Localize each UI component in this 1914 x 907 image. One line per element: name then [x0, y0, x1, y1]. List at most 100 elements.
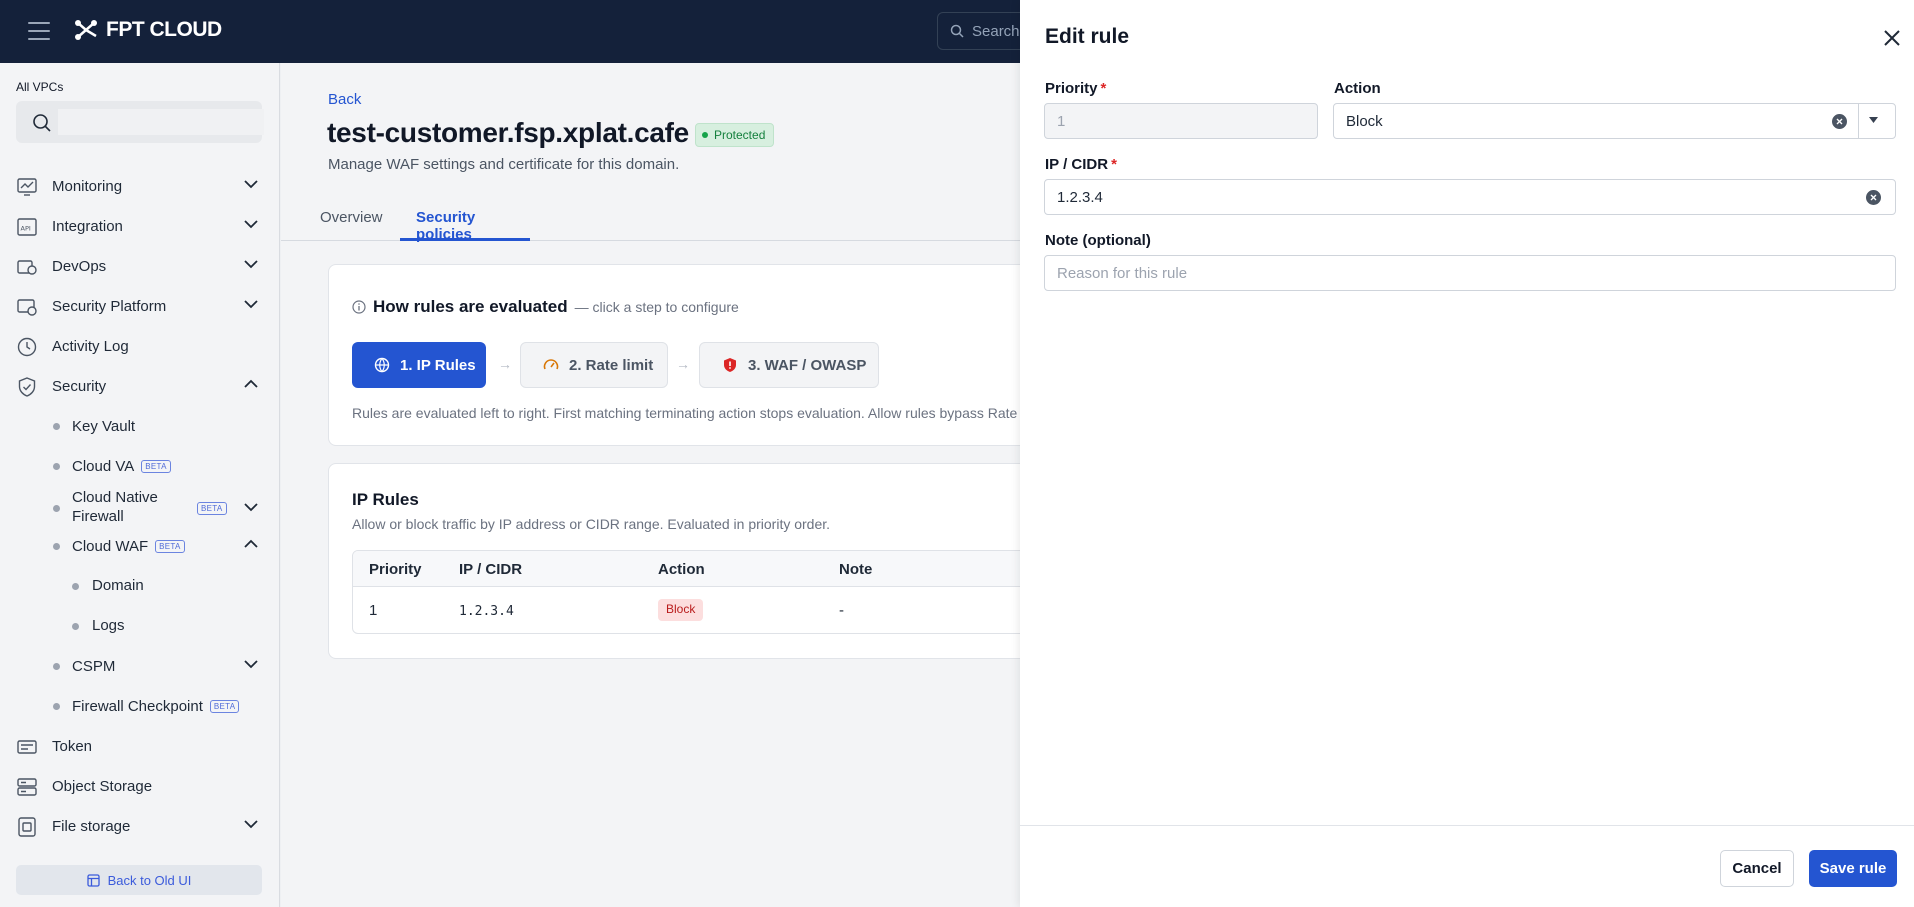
- beta-badge: BETA: [155, 540, 185, 553]
- required-mark: *: [1111, 156, 1117, 173]
- sidebar-item-label: Integration: [52, 217, 123, 235]
- bullet-icon: [53, 505, 60, 512]
- beta-badge: BETA: [197, 502, 227, 515]
- sidebar-item-label-wrap: Firewall Checkpoint BETA: [72, 697, 240, 716]
- step-rate-limit-button[interactable]: 2. Rate limit: [520, 342, 668, 388]
- clear-icon[interactable]: [1866, 190, 1881, 205]
- ip-cidr-value: 1.2.3.4: [1057, 188, 1103, 206]
- arrow-right-icon: →: [498, 356, 512, 372]
- chevron-down-icon: [244, 180, 258, 189]
- close-icon[interactable]: [1882, 28, 1902, 48]
- priority-field[interactable]: 1: [1044, 103, 1318, 139]
- step-label: 1. IP Rules: [400, 356, 476, 374]
- clear-icon[interactable]: [1832, 114, 1847, 129]
- token-icon: [17, 740, 37, 754]
- cancel-button[interactable]: Cancel: [1720, 850, 1794, 887]
- evaluation-note: Rules are evaluated left to right. First…: [352, 405, 1030, 421]
- search-icon: [33, 114, 51, 132]
- step-waf-owasp-button[interactable]: 3. WAF / OWASP: [699, 342, 879, 388]
- sidebar-item-cloud-waf[interactable]: Cloud WAF BETA: [0, 528, 280, 564]
- sidebar-item-cloud-native-firewall[interactable]: Cloud Native Firewall BETA: [0, 483, 280, 531]
- chevron-down-icon: [244, 820, 258, 829]
- vpc-selector-label: All VPCs: [16, 80, 64, 94]
- sidebar-item-label-wrap: Cloud VA BETA: [72, 457, 171, 476]
- sidebar-item-label: Token: [52, 737, 93, 755]
- sidebar-item-label: Firewall Checkpoint: [72, 698, 203, 715]
- action-select[interactable]: Block: [1333, 103, 1896, 139]
- step-label: 3. WAF / OWASP: [748, 356, 867, 374]
- sidebar-item-logs[interactable]: Logs: [0, 608, 280, 644]
- sidebar-item-token[interactable]: Token: [0, 728, 280, 764]
- chevron-up-icon: [244, 539, 258, 548]
- devops-icon: [17, 260, 37, 275]
- chevron-down-icon: [244, 300, 258, 309]
- ip-cidr-field[interactable]: 1.2.3.4: [1044, 179, 1896, 215]
- bullet-icon: [53, 663, 60, 670]
- sidebar-item-domain[interactable]: Domain: [0, 568, 280, 604]
- tab-security-policies[interactable]: Security policies: [400, 203, 530, 243]
- sidebar-item-firewall-checkpoint[interactable]: Firewall Checkpoint BETA: [0, 688, 280, 724]
- api-icon: API: [17, 218, 37, 236]
- monitoring-icon: [17, 178, 37, 196]
- arrow-right-icon: →: [676, 356, 690, 372]
- cell-ip-cidr: 1.2.3.4: [459, 604, 514, 619]
- caret-down-icon[interactable]: [1868, 116, 1879, 124]
- shield-alert-icon: [724, 358, 736, 372]
- chevron-down-icon: [244, 660, 258, 669]
- action-value: Block: [1346, 112, 1383, 130]
- priority-label: Priority *: [1045, 80, 1106, 97]
- step-ip-rules-button[interactable]: 1. IP Rules: [352, 342, 486, 388]
- status-badge-label: Protected: [714, 128, 766, 142]
- sidebar-item-label: Security: [52, 377, 107, 395]
- sidebar-item-label-wrap: Cloud WAF BETA: [72, 537, 185, 556]
- storage-icon: [17, 778, 37, 796]
- bullet-icon: [53, 423, 60, 430]
- back-to-old-ui-button[interactable]: Back to Old UI: [16, 865, 262, 895]
- sidebar-item-file-storage[interactable]: File storage: [0, 808, 280, 844]
- note-field[interactable]: Reason for this rule: [1044, 255, 1896, 291]
- menu-icon[interactable]: [28, 22, 50, 40]
- sidebar-item-label: Cloud Native Firewall: [72, 489, 158, 525]
- tab-overview[interactable]: Overview: [320, 203, 392, 241]
- sidebar-item-security-platform[interactable]: Security Platform: [0, 288, 280, 324]
- sidebar-item-label: Object Storage: [52, 777, 153, 795]
- sidebar-item-cspm[interactable]: CSPM: [0, 648, 280, 684]
- shield-gear-icon: [17, 299, 37, 316]
- logo-mark-icon: [75, 20, 97, 40]
- back-link[interactable]: Back: [328, 91, 361, 108]
- evaluation-title: How rules are evaluated: [373, 297, 568, 316]
- save-rule-button[interactable]: Save rule: [1809, 850, 1897, 887]
- beta-badge: BETA: [209, 700, 240, 713]
- sidebar-search-input[interactable]: [58, 109, 264, 135]
- sidebar-item-label: Cloud WAF: [72, 538, 149, 555]
- sidebar-search[interactable]: [16, 101, 264, 143]
- sidebar-item-devops[interactable]: DevOps: [0, 248, 280, 284]
- sidebar-item-object-storage[interactable]: Object Storage: [0, 768, 280, 804]
- edit-rule-drawer: Edit rule Priority * 1 Action Block IP / …: [1020, 0, 1914, 907]
- column-header-action: Action: [658, 561, 705, 578]
- gauge-icon: [543, 359, 559, 370]
- priority-label-text: Priority: [1045, 80, 1098, 97]
- chevron-down-icon: [244, 220, 258, 229]
- sidebar-item-security[interactable]: Security: [0, 368, 280, 404]
- sidebar-item-monitoring[interactable]: Monitoring: [0, 168, 280, 204]
- drawer-footer-divider: [1020, 825, 1914, 826]
- select-divider: [1858, 104, 1859, 138]
- sidebar-item-integration[interactable]: API Integration: [0, 208, 280, 244]
- status-dot-icon: [702, 132, 708, 138]
- bullet-icon: [72, 623, 79, 630]
- sidebar-item-cloud-va[interactable]: Cloud VA BETA: [0, 448, 280, 484]
- layout-icon: [86, 873, 100, 887]
- sidebar-item-activity-log[interactable]: Activity Log: [0, 328, 280, 364]
- sidebar-item-key-vault[interactable]: Key Vault: [0, 408, 280, 444]
- search-placeholder: Search: [972, 22, 1020, 40]
- page-subtitle: Manage WAF settings and certificate for …: [328, 156, 680, 173]
- fpt-cloud-logo[interactable]: FPT CLOUD: [72, 18, 222, 42]
- logo-text: FPT CLOUD: [106, 18, 222, 41]
- sidebar-item-label: Logs: [92, 617, 125, 634]
- sidebar: All VPCs Monitoring API Integration DevO…: [0, 63, 280, 907]
- evaluation-heading: How rules are evaluated — click a step t…: [352, 297, 739, 317]
- bullet-icon: [72, 583, 79, 590]
- step-label: 2. Rate limit: [569, 356, 654, 374]
- shield-icon: [18, 377, 36, 397]
